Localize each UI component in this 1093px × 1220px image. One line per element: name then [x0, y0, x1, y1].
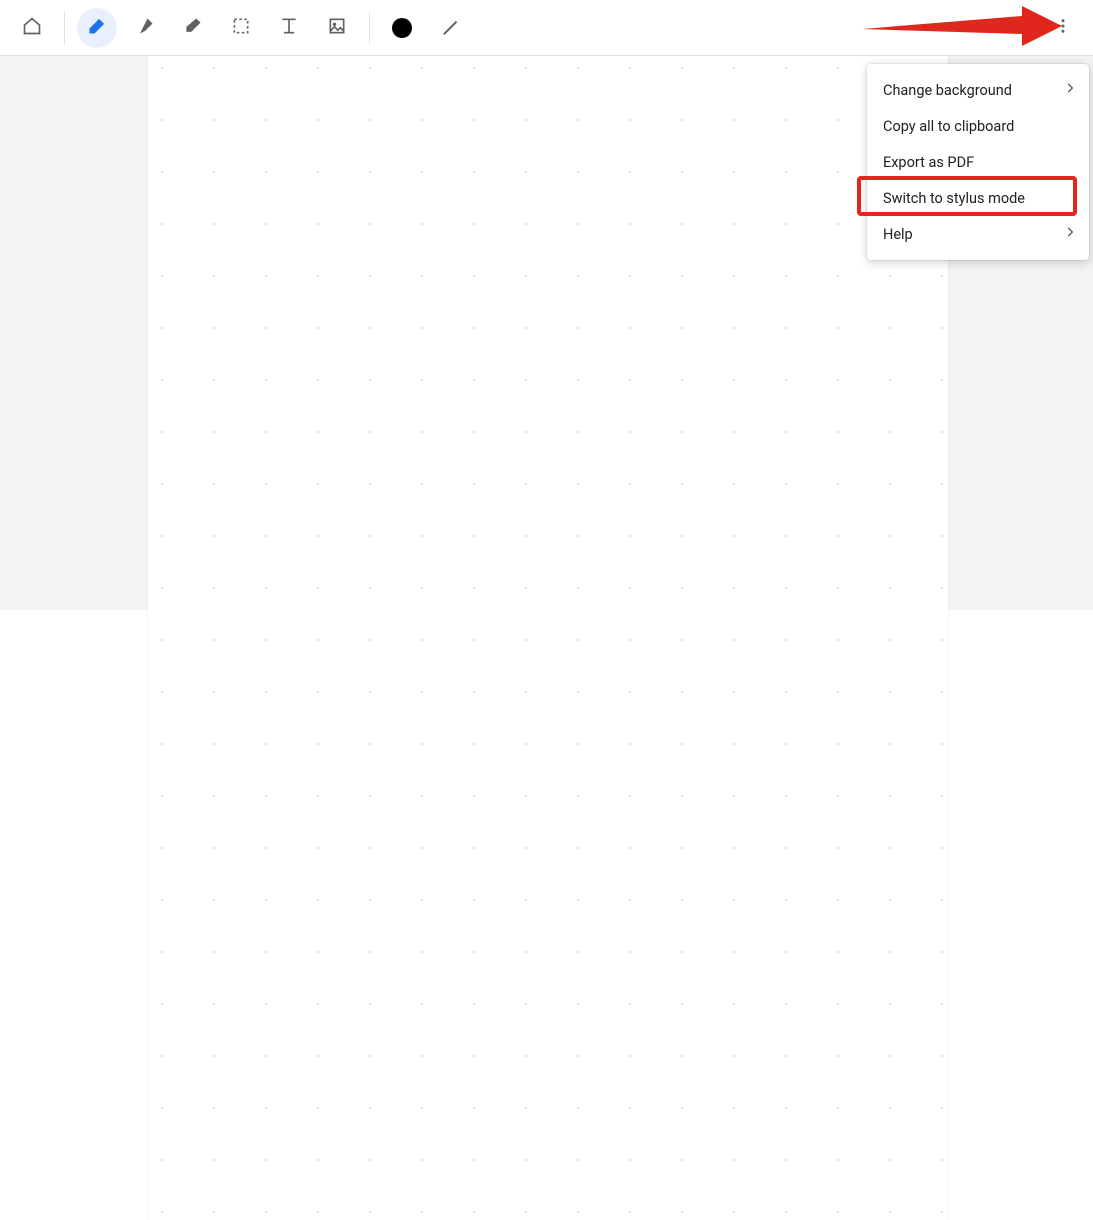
toolbar [0, 0, 1093, 56]
home-button[interactable] [12, 8, 52, 48]
pen-tool-button[interactable] [77, 8, 117, 48]
menu-copy-all[interactable]: Copy all to clipboard [867, 108, 1089, 144]
marker-icon [135, 16, 155, 40]
toolbar-divider [64, 12, 65, 44]
eraser-icon [183, 16, 203, 40]
chevron-right-icon [1063, 81, 1077, 99]
menu-item-label: Help [883, 226, 913, 243]
image-icon [327, 16, 347, 40]
menu-change-background[interactable]: Change background [867, 72, 1089, 108]
menu-item-label: Export as PDF [883, 154, 974, 171]
more-options-button[interactable] [1043, 8, 1083, 48]
home-icon [22, 16, 42, 40]
stroke-weight-button[interactable] [430, 8, 470, 48]
select-tool-button[interactable] [221, 8, 261, 48]
menu-item-label: Copy all to clipboard [883, 118, 1014, 135]
text-tool-button[interactable] [269, 8, 309, 48]
chevron-right-icon [1063, 225, 1077, 243]
drawing-canvas[interactable] [148, 56, 948, 1220]
menu-switch-stylus[interactable]: Switch to stylus mode [867, 180, 1089, 216]
color-picker-button[interactable] [382, 8, 422, 48]
menu-export-pdf[interactable]: Export as PDF [867, 144, 1089, 180]
stroke-line-icon [443, 21, 457, 35]
menu-item-label: Switch to stylus mode [883, 190, 1025, 207]
select-icon [231, 16, 251, 40]
more-vert-icon [1054, 17, 1072, 39]
text-icon [279, 16, 299, 40]
menu-item-label: Change background [883, 82, 1012, 99]
color-dot-icon [392, 18, 412, 38]
eraser-tool-button[interactable] [173, 8, 213, 48]
more-options-menu: Change background Copy all to clipboard … [867, 64, 1089, 260]
image-tool-button[interactable] [317, 8, 357, 48]
toolbar-divider [369, 12, 370, 44]
menu-help[interactable]: Help [867, 216, 1089, 252]
pen-icon [87, 16, 107, 40]
marker-tool-button[interactable] [125, 8, 165, 48]
